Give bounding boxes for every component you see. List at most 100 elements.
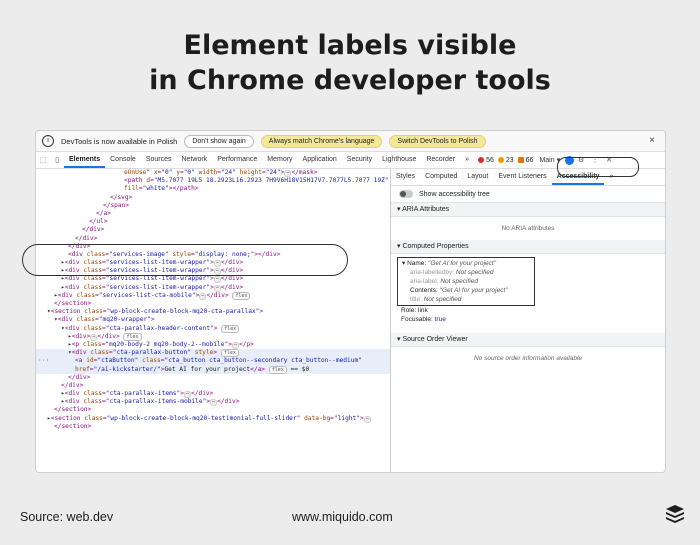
infobar-text: DevTools is now available in Polish — [61, 136, 178, 146]
dom-line[interactable]: </div> — [36, 382, 390, 390]
dom-line[interactable]: </span> — [36, 202, 390, 210]
dom-line[interactable]: ▸<div> ⋯ </div> flex — [36, 332, 390, 341]
title-row: title: Not specified — [402, 295, 530, 304]
dom-line[interactable]: </div> — [36, 374, 390, 382]
contents-value: "Get AI for your project" — [439, 287, 508, 294]
errors-count: 56 — [486, 156, 494, 164]
source-order-empty-text: No source order information available — [473, 355, 583, 362]
footer-site[interactable]: www.miquido.com — [292, 510, 393, 524]
tab-application[interactable]: Application — [298, 152, 342, 168]
aria-label-value: Not specified — [440, 278, 478, 285]
dom-line[interactable]: </svg> — [36, 194, 390, 202]
dom-line[interactable]: </a> — [36, 210, 390, 218]
title-key: title: — [410, 296, 422, 303]
dom-line[interactable]: ··· <a id="ctaButton" class="cta_button c… — [36, 357, 390, 366]
source-order-header[interactable]: ▾ Source Order Viewer — [391, 333, 665, 347]
errors-badge[interactable]: 56 — [478, 157, 494, 164]
aria-empty-text: No ARIA attributes — [501, 225, 555, 232]
accessibility-tree-label: Show accessibility tree — [419, 190, 490, 198]
warning-icon — [497, 157, 504, 163]
devtools-panes: eOnUse" x="0" y="0" width="24" height="2… — [36, 169, 665, 472]
headline-line-2: in Chrome developer tools — [149, 65, 551, 96]
contents-row: Contents: "Get AI for your project" — [402, 286, 530, 295]
tab-recorder[interactable]: Recorder — [421, 152, 460, 168]
labelledby-row: aria-labelledby: Not specified — [402, 268, 530, 277]
dom-line[interactable]: </section> — [36, 300, 390, 308]
tab-lighthouse[interactable]: Lighthouse — [377, 152, 421, 168]
dom-line[interactable]: </section> — [36, 423, 390, 431]
dom-line[interactable]: ▸<div class="services-list-item-wrapper"… — [36, 284, 390, 292]
issues-count: 66 — [525, 156, 534, 164]
name-key: Name: — [407, 260, 427, 267]
tab-console[interactable]: Console — [105, 152, 141, 168]
dom-line[interactable]: ▸<div class="services-list-cta-mobile"> ⋯… — [36, 291, 390, 300]
sidebar-tab-computed[interactable]: Computed — [420, 169, 462, 185]
switch-to-polish-button[interactable]: Switch DevTools to Polish — [389, 134, 486, 148]
focusable-row: Focusable: true — [401, 315, 665, 324]
name-value: "Get AI for your project" — [428, 260, 497, 267]
info-icon: i — [42, 135, 54, 147]
dom-line[interactable]: ▾<div class="cta-parallax-button" style>… — [36, 349, 390, 358]
dom-line[interactable]: ▸<p class="mq20-body-2 mq20-body-2--mobi… — [36, 341, 390, 349]
contents-key: Contents: — [410, 287, 438, 294]
aria-attributes-header[interactable]: ▾ ARIA Attributes — [391, 203, 665, 217]
footer-source: Source: web.dev — [20, 510, 114, 524]
more-tabs-button[interactable]: » — [460, 152, 474, 168]
tab-elements[interactable]: Elements — [64, 152, 106, 168]
title-value: Not specified — [423, 296, 462, 303]
labelledby-value: Not specified — [455, 269, 494, 276]
tab-performance[interactable]: Performance — [212, 152, 262, 168]
accessibility-tree-toggle-row: Show accessibility tree — [391, 186, 665, 203]
warnings-count: 23 — [505, 156, 514, 164]
highlight-ring-dom — [22, 244, 348, 276]
dom-line[interactable]: ▸<div class="cta-parallax-items-mobile">… — [36, 398, 390, 407]
elements-dom-tree[interactable]: eOnUse" x="0" y="0" width="24" height="2… — [36, 169, 391, 472]
close-icon[interactable]: × — [649, 135, 655, 146]
dom-line[interactable]: ▾<section class="wp-block-create-block-m… — [36, 308, 390, 316]
dom-line[interactable]: eOnUse" x="0" y="0" width="24" height="2… — [36, 169, 390, 177]
dom-line[interactable]: ▸<div class="cta-parallax-items"> ⋯ </div> — [36, 390, 390, 399]
always-match-language-button[interactable]: Always match Chrome's language — [260, 134, 383, 148]
dom-line[interactable]: ▸<section class="wp-block-create-block-m… — [36, 415, 390, 423]
dom-line[interactable]: <path d="M5.7077 19L5 18.2923L16.2923 7H… — [36, 177, 390, 185]
sidebar-tab-event-listeners[interactable]: Event Listeners — [493, 169, 551, 185]
aria-header-text: ARIA Attributes — [402, 206, 450, 213]
tab-security[interactable]: Security — [342, 152, 377, 168]
language-infobar: i DevTools is now available in Polish Do… — [36, 131, 665, 152]
computed-properties-header[interactable]: ▾ Computed Properties — [391, 240, 665, 254]
sidebar-tab-styles[interactable]: Styles — [391, 169, 420, 185]
dom-line[interactable]: </div> — [36, 226, 390, 234]
role-value: link — [418, 307, 428, 314]
focusable-value: true — [434, 316, 446, 323]
warnings-badge[interactable]: 23 — [497, 156, 514, 164]
dom-line[interactable]: ▸<div class="services-list-item-wrapper"… — [36, 275, 390, 284]
issues-badge[interactable]: 66 — [517, 156, 534, 164]
name-row[interactable]: ▾ Name: "Get AI for your project" — [402, 259, 530, 268]
aria-label-row: aria-label: Not specified — [402, 277, 530, 286]
dom-line[interactable]: </section> — [36, 406, 390, 414]
dom-line[interactable]: </ul> — [36, 218, 390, 226]
dom-line[interactable]: href="/ai-kickstarter/">Get AI for your … — [36, 365, 390, 374]
tab-memory[interactable]: Memory — [262, 152, 297, 168]
role-key: Role: — [401, 307, 417, 314]
inspect-icon[interactable]: ⬚ — [36, 156, 50, 164]
dom-line[interactable]: </div> — [36, 235, 390, 243]
selected-node-gutter: ··· — [38, 357, 50, 365]
dom-line[interactable]: ▾<div class="mq20-wrapper"> — [36, 316, 390, 324]
accessibility-tree-toggle[interactable] — [399, 190, 413, 198]
error-icon — [478, 157, 485, 163]
headline-line-1: Element labels visible — [183, 30, 517, 61]
computed-header-text: Computed Properties — [402, 243, 469, 250]
devtools-window: i DevTools is now available in Polish Do… — [35, 130, 666, 473]
issues-icon — [517, 157, 524, 163]
dont-show-again-button[interactable]: Don't show again — [184, 134, 254, 148]
tab-sources[interactable]: Sources — [141, 152, 177, 168]
role-row: Role: link — [401, 306, 665, 315]
tab-network[interactable]: Network — [177, 152, 213, 168]
device-toolbar-icon[interactable]: ▯ — [50, 156, 64, 164]
computed-properties-tree: ▾ Name: "Get AI for your project" aria-l… — [391, 254, 665, 327]
labelledby-key: aria-labelledby: — [410, 269, 455, 276]
dom-line[interactable]: ▾<div class="cta-parallax-header-content… — [36, 324, 390, 333]
dom-line[interactable]: fill="white"></path> — [36, 185, 390, 193]
sidebar-tab-layout[interactable]: Layout — [462, 169, 493, 185]
